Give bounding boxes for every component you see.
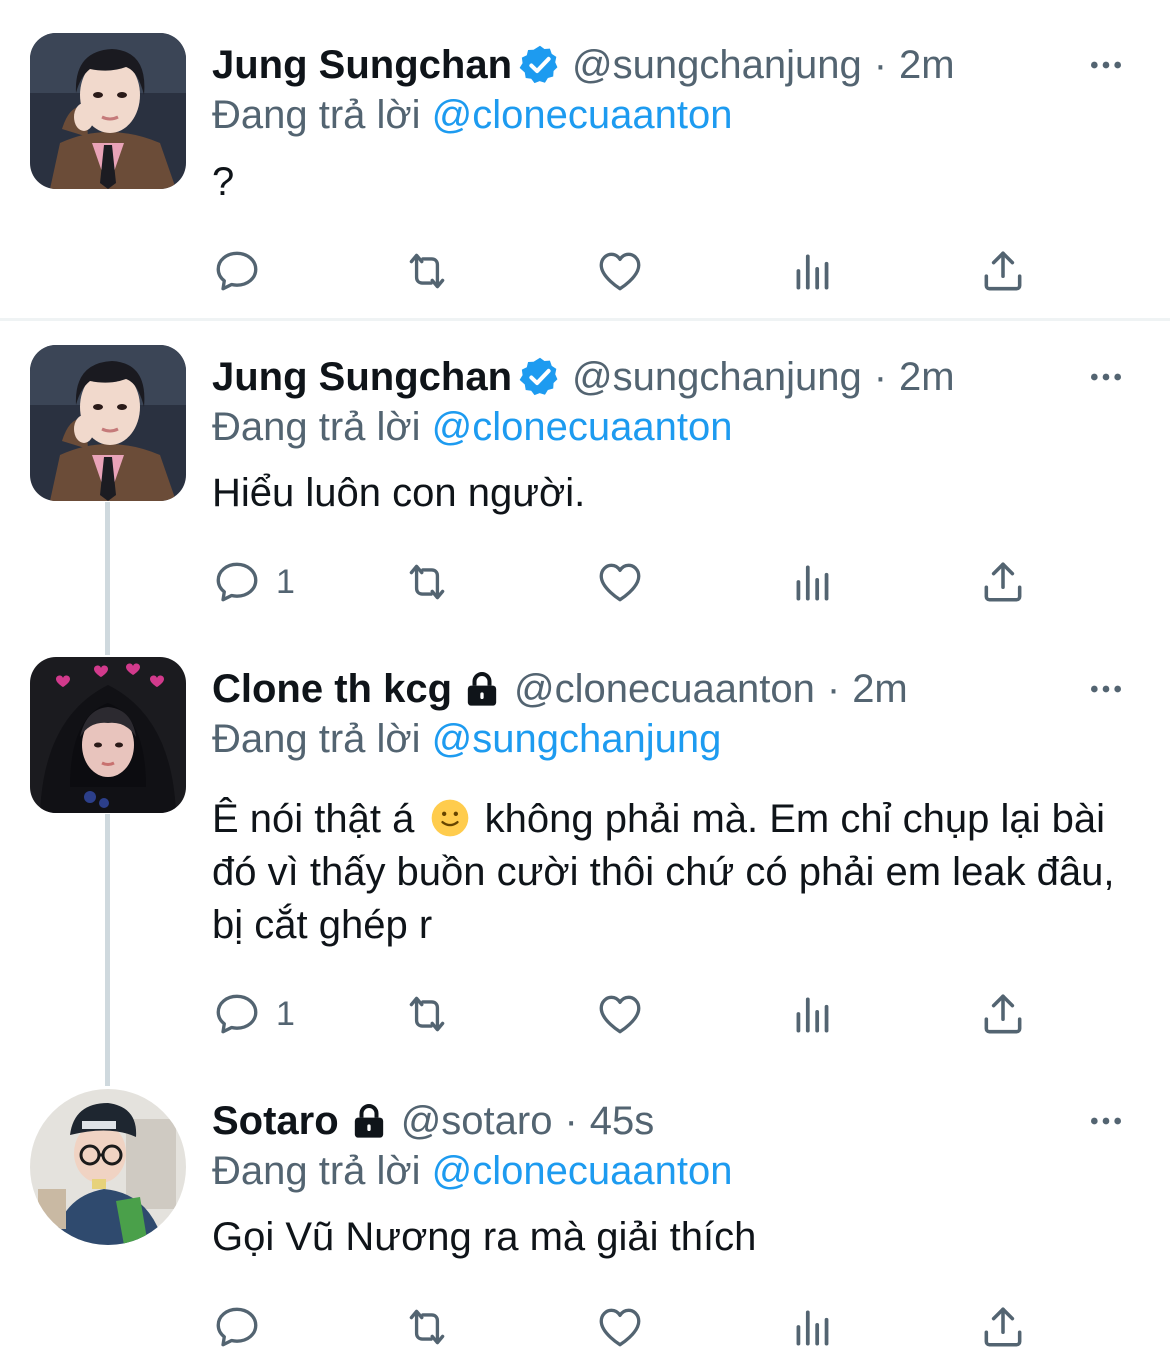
views-button[interactable]: [788, 243, 838, 299]
author-name[interactable]: Clone th kcg: [212, 665, 452, 713]
verified-badge-icon: [518, 355, 562, 399]
retweet-button[interactable]: [402, 986, 452, 1042]
views-button[interactable]: [788, 986, 838, 1042]
replying-to: Đang trả lời @clonecuaanton: [212, 1147, 733, 1195]
share-button[interactable]: [978, 243, 1028, 299]
like-icon: [595, 1302, 645, 1352]
replying-prefix: Đang trả lời: [212, 405, 421, 449]
tweet-text: ?: [212, 160, 235, 204]
action-bar: 1: [212, 554, 1072, 610]
author-name[interactable]: Jung Sungchan: [212, 41, 512, 89]
avatar[interactable]: [30, 657, 186, 813]
author-name[interactable]: Sotaro: [212, 1097, 339, 1145]
like-button[interactable]: [595, 986, 645, 1042]
tweet-text: Hiểu luôn con người.: [212, 471, 586, 515]
tweet-3[interactable]: Clone th kcg @clonecuaanton · 2m Đang tr…: [0, 657, 1170, 1057]
mention-link[interactable]: @clonecuaanton: [432, 93, 733, 137]
reply-icon: [212, 557, 262, 607]
lock-icon: [349, 1101, 389, 1141]
replying-to: Đang trả lời @clonecuaanton: [212, 403, 733, 451]
share-button[interactable]: [978, 1299, 1028, 1355]
like-button[interactable]: [595, 243, 645, 299]
retweet-button[interactable]: [402, 243, 452, 299]
like-icon: [595, 989, 645, 1039]
more-icon[interactable]: [1086, 357, 1126, 397]
replying-prefix: Đang trả lời: [212, 1149, 421, 1193]
share-button[interactable]: [978, 554, 1028, 610]
action-bar: 1: [212, 986, 1072, 1042]
tweet-4[interactable]: Sotaro @sotaro · 45s Đang trả lời @clone…: [0, 1089, 1170, 1357]
replying-to: Đang trả lời @sungchanjung: [212, 715, 721, 763]
action-bar: [212, 243, 1072, 299]
views-icon: [788, 557, 838, 607]
author-handle[interactable]: @sungchanjung: [572, 353, 862, 401]
action-bar: [212, 1299, 1072, 1355]
like-button[interactable]: [595, 554, 645, 610]
replying-prefix: Đang trả lời: [212, 717, 421, 761]
views-icon: [788, 1302, 838, 1352]
like-button[interactable]: [595, 1299, 645, 1355]
retweet-button[interactable]: [402, 554, 452, 610]
lock-icon: [462, 669, 502, 709]
reply-button[interactable]: [212, 243, 276, 299]
retweet-icon: [402, 989, 452, 1039]
reply-button[interactable]: 1: [212, 986, 295, 1042]
retweet-icon: [402, 246, 452, 296]
more-icon[interactable]: [1086, 45, 1126, 85]
reply-icon: [212, 246, 262, 296]
reply-count: 1: [276, 994, 295, 1033]
separator: ·: [873, 43, 888, 87]
verified-badge-icon: [518, 43, 562, 87]
more-icon[interactable]: [1086, 1101, 1126, 1141]
slightly-smiling-face-icon: [430, 798, 470, 838]
timestamp[interactable]: 2m: [899, 41, 955, 89]
author-handle[interactable]: @clonecuaanton: [514, 665, 815, 713]
views-icon: [788, 989, 838, 1039]
share-icon: [978, 246, 1028, 296]
author-handle[interactable]: @sotaro: [401, 1097, 553, 1145]
mention-link[interactable]: @sungchanjung: [432, 717, 722, 761]
divider: [0, 318, 1170, 321]
tweet-2[interactable]: Jung Sungchan @sungchanjung · 2m Đang tr…: [0, 345, 1170, 625]
reply-button[interactable]: 1: [212, 554, 295, 610]
retweet-icon: [402, 1302, 452, 1352]
more-icon[interactable]: [1086, 669, 1126, 709]
timestamp[interactable]: 2m: [899, 353, 955, 401]
avatar[interactable]: [30, 1089, 186, 1245]
tweet-1[interactable]: Jung Sungchan @sungchanjung · 2m Đang tr…: [0, 33, 1170, 313]
views-icon: [788, 246, 838, 296]
reply-icon: [212, 989, 262, 1039]
avatar[interactable]: [30, 33, 186, 189]
avatar[interactable]: [30, 345, 186, 501]
reply-icon: [212, 1302, 262, 1352]
like-icon: [595, 557, 645, 607]
mention-link[interactable]: @clonecuaanton: [432, 1149, 733, 1193]
like-icon: [595, 246, 645, 296]
separator: ·: [826, 667, 841, 711]
tweet-text: Gọi Vũ Nương ra mà giải thích: [212, 1215, 757, 1259]
timestamp[interactable]: 45s: [590, 1097, 655, 1145]
tweet-text-part1: Ê nói thật á: [212, 797, 415, 841]
retweet-icon: [402, 557, 452, 607]
separator: ·: [564, 1099, 578, 1143]
replying-prefix: Đang trả lời: [212, 93, 421, 137]
author-name[interactable]: Jung Sungchan: [212, 353, 512, 401]
share-icon: [978, 1302, 1028, 1352]
share-button[interactable]: [978, 986, 1028, 1042]
tweet-text: Ê nói thật á không phải mà. Em chỉ chụp …: [212, 793, 1142, 952]
share-icon: [978, 989, 1028, 1039]
timestamp[interactable]: 2m: [852, 665, 908, 713]
retweet-button[interactable]: [402, 1299, 452, 1355]
mention-link[interactable]: @clonecuaanton: [432, 405, 733, 449]
replying-to: Đang trả lời @clonecuaanton: [212, 91, 733, 139]
reply-button[interactable]: [212, 1299, 276, 1355]
views-button[interactable]: [788, 1299, 838, 1355]
views-button[interactable]: [788, 554, 838, 610]
separator: ·: [873, 355, 888, 399]
share-icon: [978, 557, 1028, 607]
reply-count: 1: [276, 562, 295, 601]
author-handle[interactable]: @sungchanjung: [572, 41, 862, 89]
